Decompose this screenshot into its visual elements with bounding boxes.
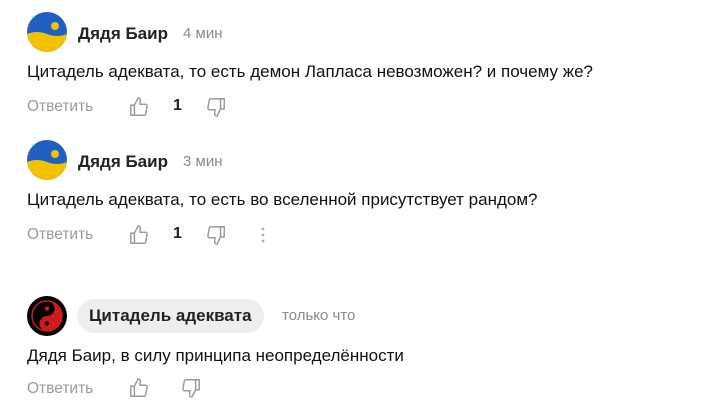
comment-text: Цитадель адеквата, то есть во вселенной … xyxy=(27,190,538,209)
author-pill[interactable]: Цитадель адеквата xyxy=(77,299,264,333)
thumbs-down-icon[interactable] xyxy=(180,377,202,399)
comment-time: только что xyxy=(282,307,356,324)
comment-text: Дядя Баир, в силу принципа неопределённо… xyxy=(27,346,404,365)
comment-author[interactable]: Дядя Баир xyxy=(78,24,168,44)
thumbs-up-icon[interactable] xyxy=(128,96,150,118)
more-vertical-icon[interactable] xyxy=(252,224,274,246)
comment-time: 4 мин xyxy=(183,25,223,42)
reply-button[interactable]: Ответить xyxy=(27,98,93,116)
reply-button[interactable]: Ответить xyxy=(27,380,93,398)
thumbs-up-icon[interactable] xyxy=(128,377,150,399)
comment-author[interactable]: Цитадель адеквата xyxy=(89,306,252,326)
reply-button[interactable]: Ответить xyxy=(27,226,93,244)
thumbs-up-icon[interactable] xyxy=(128,224,150,246)
like-count: 1 xyxy=(173,97,182,114)
comment-time: 3 мин xyxy=(183,153,223,170)
comment-author[interactable]: Дядя Баир xyxy=(78,152,168,172)
avatar[interactable] xyxy=(27,296,67,336)
thumbs-down-icon[interactable] xyxy=(205,224,227,246)
comment-text: Цитадель адеквата, то есть демон Лапласа… xyxy=(27,62,593,81)
like-count: 1 xyxy=(173,225,182,242)
thumbs-down-icon[interactable] xyxy=(205,96,227,118)
avatar[interactable] xyxy=(27,12,67,52)
avatar[interactable] xyxy=(27,140,67,180)
